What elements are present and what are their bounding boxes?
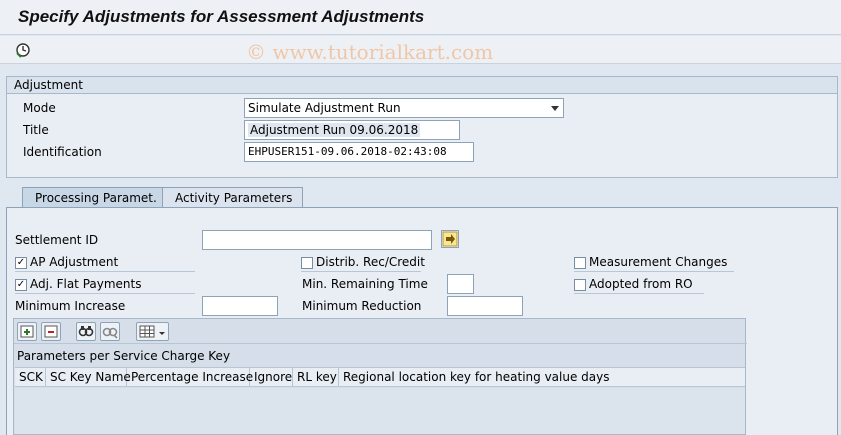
ap-adjustment-label: AP Adjustment [30,255,119,269]
ap-adjustment-checkbox[interactable]: ✓ [15,257,27,269]
service-charge-key-table: Parameters per Service Charge Key SCK SC… [13,318,747,435]
title-bar: Specify Adjustments for Assessment Adjus… [0,0,841,35]
delete-row-icon[interactable] [41,322,61,341]
minimum-increase-label: Minimum Increase [15,299,126,313]
tab-label: Activity Parameters [175,191,293,205]
adjustment-group-header: Adjustment [7,77,837,94]
watermark: © www.tutorialkart.com [246,40,494,64]
row-underline [15,271,195,272]
minimum-reduction-label: Minimum Reduction [302,299,422,313]
min-remaining-time-input[interactable] [447,274,474,294]
column-header-sc-key-name[interactable]: SC Key Name [46,368,131,387]
minimum-reduction-input[interactable] [447,296,523,316]
table-rows[interactable] [15,388,745,434]
row-underline [574,271,734,272]
adopted-from-ro-label: Adopted from RO [589,277,693,291]
execute-clock-icon[interactable] [15,42,31,58]
page-title: Specify Adjustments for Assessment Adjus… [18,7,425,26]
find-icon[interactable] [76,322,96,341]
identification-value: EHPUSER151-09.06.2018-02:43:08 [248,145,447,158]
mode-dropdown[interactable]: Simulate Adjustment Run [244,98,564,118]
identification-label: Identification [23,145,102,159]
tab-label: Processing Paramet. [35,191,157,205]
column-header-rl-key[interactable]: RL key [293,368,339,387]
measurement-changes-label: Measurement Changes [589,255,728,269]
table-toolbar [14,319,747,344]
table-column-headers: SCK SC Key Name Percentage Increase Igno… [15,367,745,387]
minimum-increase-input[interactable] [202,296,278,316]
table-title: Parameters per Service Charge Key [17,349,231,363]
adj-flat-payments-checkbox[interactable]: ✓ [15,279,27,291]
distrib-rec-credit-checkbox[interactable] [301,257,313,269]
settlement-id-label: Settlement ID [15,233,99,247]
column-header-percentage-increase[interactable]: Percentage Increase [127,368,253,387]
measurement-changes-checkbox[interactable] [574,257,586,269]
column-header-ignore[interactable]: Ignore [250,368,293,387]
column-header-regional-location-key[interactable]: Regional location key for heating value … [339,368,745,387]
settlement-id-input[interactable] [202,230,432,250]
tab-activity-parameters[interactable]: Activity Parameters [162,187,304,209]
arrow-right-icon [442,231,458,247]
mode-label: Mode [23,101,56,115]
tab-processing-parameters[interactable]: Processing Paramet. [22,187,168,209]
row-underline [301,271,421,272]
title-value: Adjustment Run 09.06.2018 [248,123,421,137]
distrib-rec-credit-label: Distrib. Rec/Credit [316,255,425,269]
row-underline [15,293,195,294]
min-remaining-time-label: Min. Remaining Time [302,277,428,291]
mode-value: Simulate Adjustment Run [248,101,401,115]
adj-flat-payments-label: Adj. Flat Payments [30,277,142,291]
column-header-sck[interactable]: SCK [15,368,46,387]
chevron-down-icon[interactable] [551,106,559,111]
table-settings-icon[interactable] [136,322,169,341]
row-underline [574,293,704,294]
adopted-from-ro-checkbox[interactable] [574,279,586,291]
title-field[interactable]: Adjustment Run 09.06.2018 [244,120,460,140]
settlement-search-button[interactable] [441,230,459,248]
find-next-icon[interactable] [100,322,120,341]
title-label: Title [23,123,49,137]
identification-field[interactable]: EHPUSER151-09.06.2018-02:43:08 [244,142,474,162]
insert-row-icon[interactable] [17,322,37,341]
